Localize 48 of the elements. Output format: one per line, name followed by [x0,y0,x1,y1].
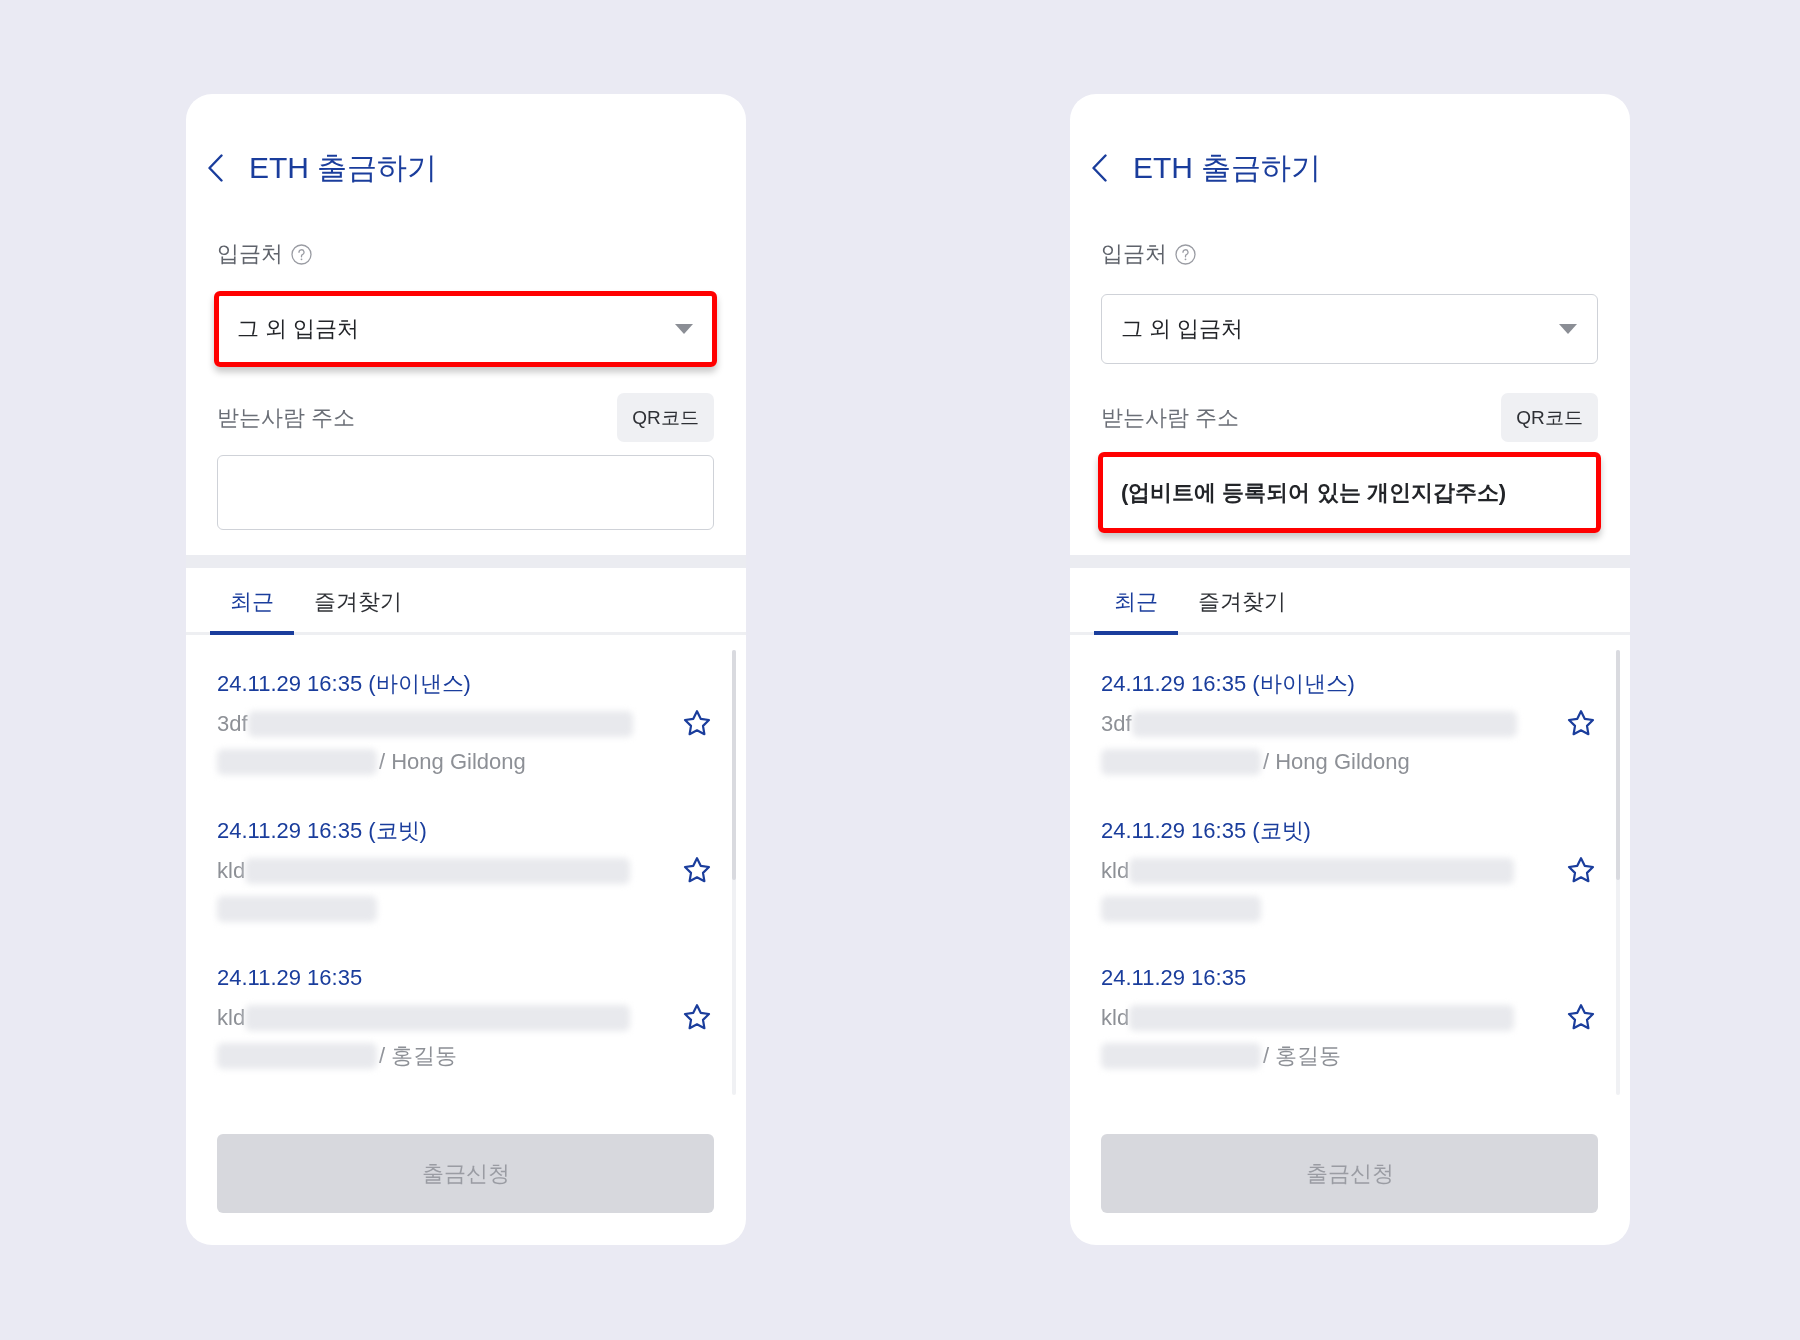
star-icon[interactable] [1566,1003,1596,1032]
qr-code-button[interactable]: QR코드 [617,393,714,442]
star-icon[interactable] [682,856,712,885]
entry-date[interactable]: 24.11.29 16:35 (코빗) [217,809,427,852]
scrollbar-thumb[interactable] [1616,650,1620,880]
scrollbar-thumb[interactable] [732,650,736,880]
address-prefix: 3df [1101,710,1132,738]
tab[interactable]: 즐겨찾기 [294,568,422,635]
address-prefix: kld [1101,857,1130,885]
address-prefix: 3df [217,710,248,738]
owner-name: / Hong Gildong [1263,748,1410,776]
page-title: ETH 출금하기 [1133,149,1322,186]
star-icon[interactable] [682,1003,712,1032]
tab[interactable]: 최근 [210,568,294,635]
owner-name: / 홍길동 [379,1042,458,1070]
field-label: 입금처 [217,240,283,268]
address-prefix: kld [217,857,246,885]
address-input[interactable] [217,455,714,530]
destination-dropdown[interactable]: 그 외 입금처 [214,291,717,367]
field-label: 입금처 [1101,240,1167,268]
field-label: 받는사람 주소 [217,403,356,432]
scrollbar-track[interactable] [732,650,736,1095]
owner-name: / 홍길동 [1263,1042,1342,1070]
entry-date[interactable]: 24.11.29 16:35 [217,956,363,999]
owner-name: / Hong Gildong [379,748,526,776]
star-icon[interactable] [682,709,712,738]
help-icon[interactable] [1175,243,1196,265]
back-chevron-icon[interactable] [1092,154,1107,182]
entry-date[interactable]: 24.11.29 16:35 [1101,956,1247,999]
caret-icon [675,324,693,334]
address-input[interactable]: (업비트에 등록되어 있는 개인지갑주소) [1098,452,1601,533]
star-icon[interactable] [1566,856,1596,885]
qr-code-button[interactable]: QR코드 [1501,393,1598,442]
help-icon[interactable] [291,243,312,265]
field-label: 받는사람 주소 [1101,403,1240,432]
tab[interactable]: 즐겨찾기 [1178,568,1306,635]
address-prefix: kld [1101,1004,1130,1032]
tab[interactable]: 최근 [1094,568,1178,635]
scrollbar-track[interactable] [1616,650,1620,1095]
star-icon[interactable] [1566,709,1596,738]
caret-icon [1559,324,1577,334]
entry-date[interactable]: 24.11.29 16:35 (코빗) [1101,809,1311,852]
page-title: ETH 출금하기 [249,149,438,186]
address-prefix: kld [217,1004,246,1032]
destination-dropdown[interactable]: 그 외 입금처 [1101,294,1598,364]
back-chevron-icon[interactable] [208,154,223,182]
entry-date[interactable]: 24.11.29 16:35 (바이낸스) [1101,662,1355,705]
entry-date[interactable]: 24.11.29 16:35 (바이낸스) [217,662,471,705]
